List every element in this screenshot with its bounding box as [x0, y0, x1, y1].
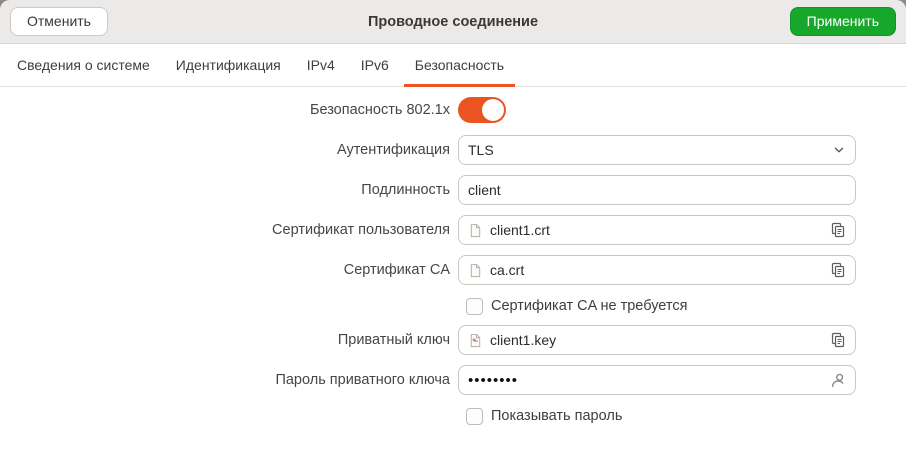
identity-label: Подлинность: [0, 182, 450, 198]
identity-input[interactable]: [468, 182, 846, 198]
authentication-select[interactable]: TLS: [458, 135, 856, 165]
row-ca-not-required: Сертификат CA не требуется: [0, 295, 856, 317]
private-key-password-input[interactable]: [468, 372, 822, 389]
key-document-icon: [468, 333, 483, 348]
titlebar: Отменить Проводное соединение Применить: [0, 0, 906, 44]
user-certificate-label: Сертификат пользователя: [0, 222, 450, 238]
ca-certificate-chooser[interactable]: ca.crt: [458, 255, 856, 285]
row-user-certificate: Сертификат пользователя client1.crt: [0, 215, 856, 245]
wired-connection-dialog: Отменить Проводное соединение Применить …: [0, 0, 906, 474]
private-key-label: Приватный ключ: [0, 332, 450, 348]
user-certificate-filename: client1.crt: [490, 222, 550, 238]
file-picker-icon: [830, 332, 846, 348]
tab-system-details[interactable]: Сведения о системе: [4, 44, 163, 86]
ca-not-required-label: Сертификат CA не требуется: [491, 298, 687, 314]
tab-identity[interactable]: Идентификация: [163, 44, 294, 86]
document-icon: [468, 223, 483, 238]
password-storage-icon[interactable]: [829, 372, 846, 389]
row-show-password: Показывать пароль: [0, 405, 856, 427]
authentication-label: Аутентификация: [0, 142, 450, 158]
row-authentication: Аутентификация TLS: [0, 135, 856, 165]
private-key-password-frame: [458, 365, 856, 395]
ca-not-required-checkbox[interactable]: [466, 298, 483, 315]
chevron-down-icon: [832, 143, 846, 157]
tab-bar: Сведения о системе Идентификация IPv4 IP…: [0, 44, 906, 87]
show-password-checkbox[interactable]: [466, 408, 483, 425]
file-picker-icon: [830, 262, 846, 278]
8021x-toggle[interactable]: [458, 97, 506, 123]
security-form: Безопасность 802.1x Аутентификация TLS П…: [0, 87, 906, 474]
user-certificate-chooser[interactable]: client1.crt: [458, 215, 856, 245]
identity-field-frame: [458, 175, 856, 205]
private-key-password-label: Пароль приватного ключа: [0, 372, 450, 388]
toggle-knob: [482, 99, 504, 121]
row-identity: Подлинность: [0, 175, 856, 205]
tab-ipv6[interactable]: IPv6: [348, 44, 402, 86]
dialog-title: Проводное соединение: [120, 14, 786, 30]
authentication-value: TLS: [468, 142, 494, 158]
8021x-label: Безопасность 802.1x: [0, 102, 450, 118]
row-ca-certificate: Сертификат CA ca.crt: [0, 255, 856, 285]
private-key-filename: client1.key: [490, 332, 556, 348]
tab-ipv4[interactable]: IPv4: [294, 44, 348, 86]
tab-security[interactable]: Безопасность: [402, 44, 517, 86]
row-private-key-password: Пароль приватного ключа: [0, 365, 856, 395]
cancel-button[interactable]: Отменить: [10, 7, 108, 36]
private-key-chooser[interactable]: client1.key: [458, 325, 856, 355]
row-private-key: Приватный ключ client1.key: [0, 325, 856, 355]
show-password-checkbox-row[interactable]: Показывать пароль: [458, 408, 856, 425]
file-picker-icon: [830, 222, 846, 238]
document-icon: [468, 263, 483, 278]
apply-button[interactable]: Применить: [790, 7, 896, 36]
show-password-label: Показывать пароль: [491, 408, 622, 424]
ca-certificate-filename: ca.crt: [490, 262, 524, 278]
ca-certificate-label: Сертификат CA: [0, 262, 450, 278]
row-8021x: Безопасность 802.1x: [0, 97, 856, 123]
ca-not-required-checkbox-row[interactable]: Сертификат CA не требуется: [458, 298, 856, 315]
